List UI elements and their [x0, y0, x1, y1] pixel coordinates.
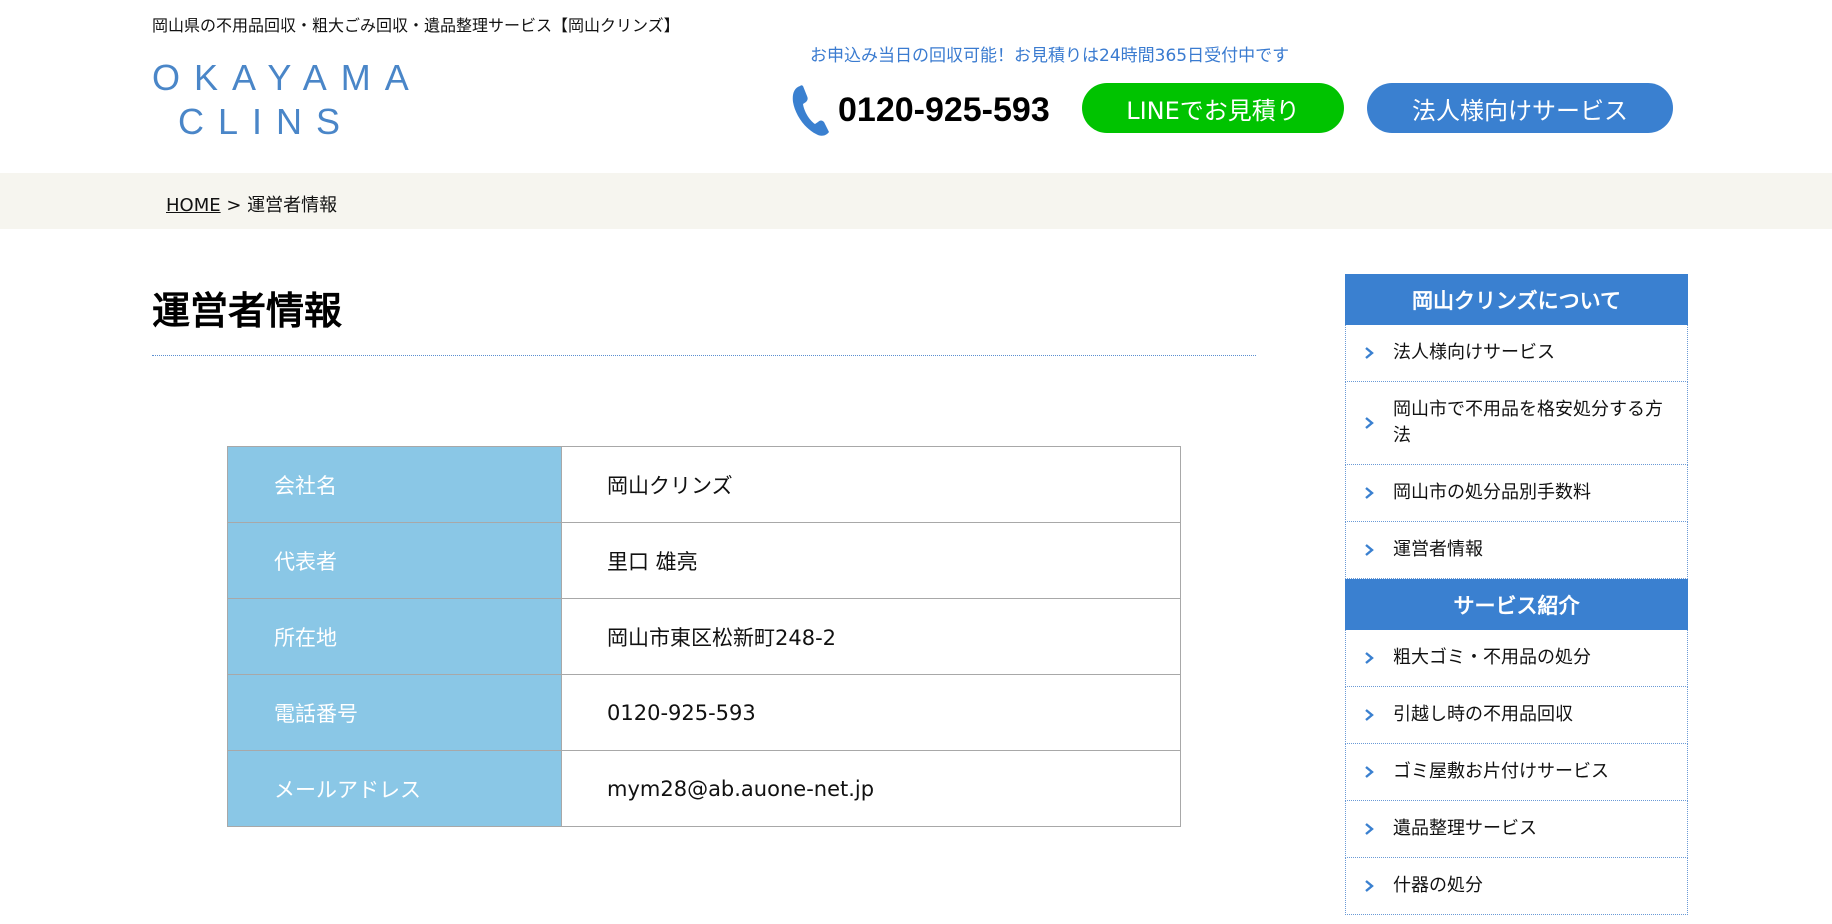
sidebar-item-label: 什器の処分: [1393, 875, 1483, 896]
sidebar-heading-about: 岡山クリンズについて: [1345, 274, 1688, 325]
site-logo[interactable]: OKAYAMA CLINS: [152, 56, 452, 144]
chevron-right-icon: [1365, 544, 1374, 556]
row-label-representative: 代表者: [227, 522, 562, 599]
breadcrumb-separator: >: [220, 195, 248, 216]
row-label-phone: 電話番号: [227, 674, 562, 751]
logo-line2: CLINS: [178, 101, 355, 142]
phone-number: 0120-925-593: [838, 90, 1050, 129]
sidebar-item-label: 粗大ゴミ・不用品の処分: [1393, 647, 1591, 668]
sidebar-item-label: 法人様向けサービス: [1393, 342, 1555, 363]
row-value-phone: 0120-925-593: [561, 674, 1181, 751]
chevron-right-icon: [1365, 823, 1374, 835]
breadcrumb: HOME > 運営者情報: [166, 191, 337, 217]
breadcrumb-home-link[interactable]: HOME: [166, 195, 221, 216]
row-value-company: 岡山クリンズ: [561, 446, 1181, 523]
sidebar-item-corporate-service[interactable]: 法人様向けサービス: [1345, 325, 1688, 382]
table-row: 会社名 岡山クリンズ: [227, 446, 1181, 523]
operator-info-table: 会社名 岡山クリンズ 代表者 里口 雄亮 所在地 岡山市東区松新町248-2 電…: [227, 446, 1181, 827]
row-label-email: メールアドレス: [227, 750, 562, 827]
breadcrumb-current: 運営者情報: [247, 195, 338, 216]
chevron-right-icon: [1365, 709, 1374, 721]
chevron-right-icon: [1365, 487, 1374, 499]
line-estimate-button[interactable]: LINEでお見積り: [1082, 83, 1344, 133]
chevron-right-icon: [1365, 652, 1374, 664]
chevron-right-icon: [1365, 417, 1374, 429]
row-value-representative: 里口 雄亮: [561, 522, 1181, 599]
sidebar-item-moving-pickup[interactable]: 引越し時の不用品回収: [1345, 687, 1688, 744]
chevron-right-icon: [1365, 880, 1374, 892]
row-value-address: 岡山市東区松新町248-2: [561, 598, 1181, 675]
chevron-right-icon: [1365, 766, 1374, 778]
sidebar-item-disposal-fees[interactable]: 岡山市の処分品別手数料: [1345, 465, 1688, 522]
sidebar-item-hoarder-cleanup[interactable]: ゴミ屋敷お片付けサービス: [1345, 744, 1688, 801]
site-header: 岡山県の不用品回収・粗大ごみ回収・遺品整理サービス【岡山クリンズ】 OKAYAM…: [0, 0, 1832, 173]
sidebar: 岡山クリンズについて 法人様向けサービス 岡山市で不用品を格安処分する方法 岡山…: [1345, 274, 1688, 915]
corporate-service-button[interactable]: 法人様向けサービス: [1367, 83, 1673, 133]
row-value-email: mym28@ab.auone-net.jp: [561, 750, 1181, 827]
phone-icon: [792, 85, 829, 136]
sidebar-item-estate-cleanup[interactable]: 遺品整理サービス: [1345, 801, 1688, 858]
sidebar-item-label: 引越し時の不用品回収: [1393, 704, 1573, 725]
breadcrumb-bar: HOME > 運営者情報: [0, 173, 1832, 229]
chevron-right-icon: [1365, 347, 1374, 359]
sidebar-item-label: 岡山市の処分品別手数料: [1393, 482, 1591, 503]
table-row: 所在地 岡山市東区松新町248-2: [227, 598, 1181, 675]
header-phone[interactable]: 0120-925-593: [790, 82, 1050, 138]
row-label-address: 所在地: [227, 598, 562, 675]
table-row: メールアドレス mym28@ab.auone-net.jp: [227, 750, 1181, 827]
sidebar-heading-services: サービス紹介: [1345, 579, 1688, 630]
table-row: 電話番号 0120-925-593: [227, 674, 1181, 751]
sidebar-item-label: 運営者情報: [1393, 539, 1483, 560]
sidebar-item-label: 遺品整理サービス: [1393, 818, 1537, 839]
sidebar-item-cheap-disposal[interactable]: 岡山市で不用品を格安処分する方法: [1345, 382, 1688, 465]
title-divider: [152, 355, 1256, 356]
logo-line1: OKAYAMA: [152, 57, 423, 98]
sidebar-item-operator-info[interactable]: 運営者情報: [1345, 522, 1688, 579]
sidebar-item-label: ゴミ屋敷お片付けサービス: [1393, 761, 1609, 782]
sidebar-item-fixture-disposal[interactable]: 什器の処分: [1345, 858, 1688, 915]
sidebar-item-bulky-waste[interactable]: 粗大ゴミ・不用品の処分: [1345, 630, 1688, 687]
sidebar-item-label: 岡山市で不用品を格安処分する方法: [1393, 399, 1663, 446]
page-title: 運営者情報: [152, 289, 343, 333]
row-label-company: 会社名: [227, 446, 562, 523]
header-notice: お申込み当日の回収可能！お見積りは24時間365日受付中です: [810, 46, 1290, 66]
table-row: 代表者 里口 雄亮: [227, 522, 1181, 599]
site-tagline: 岡山県の不用品回収・粗大ごみ回収・遺品整理サービス【岡山クリンズ】: [152, 16, 680, 35]
